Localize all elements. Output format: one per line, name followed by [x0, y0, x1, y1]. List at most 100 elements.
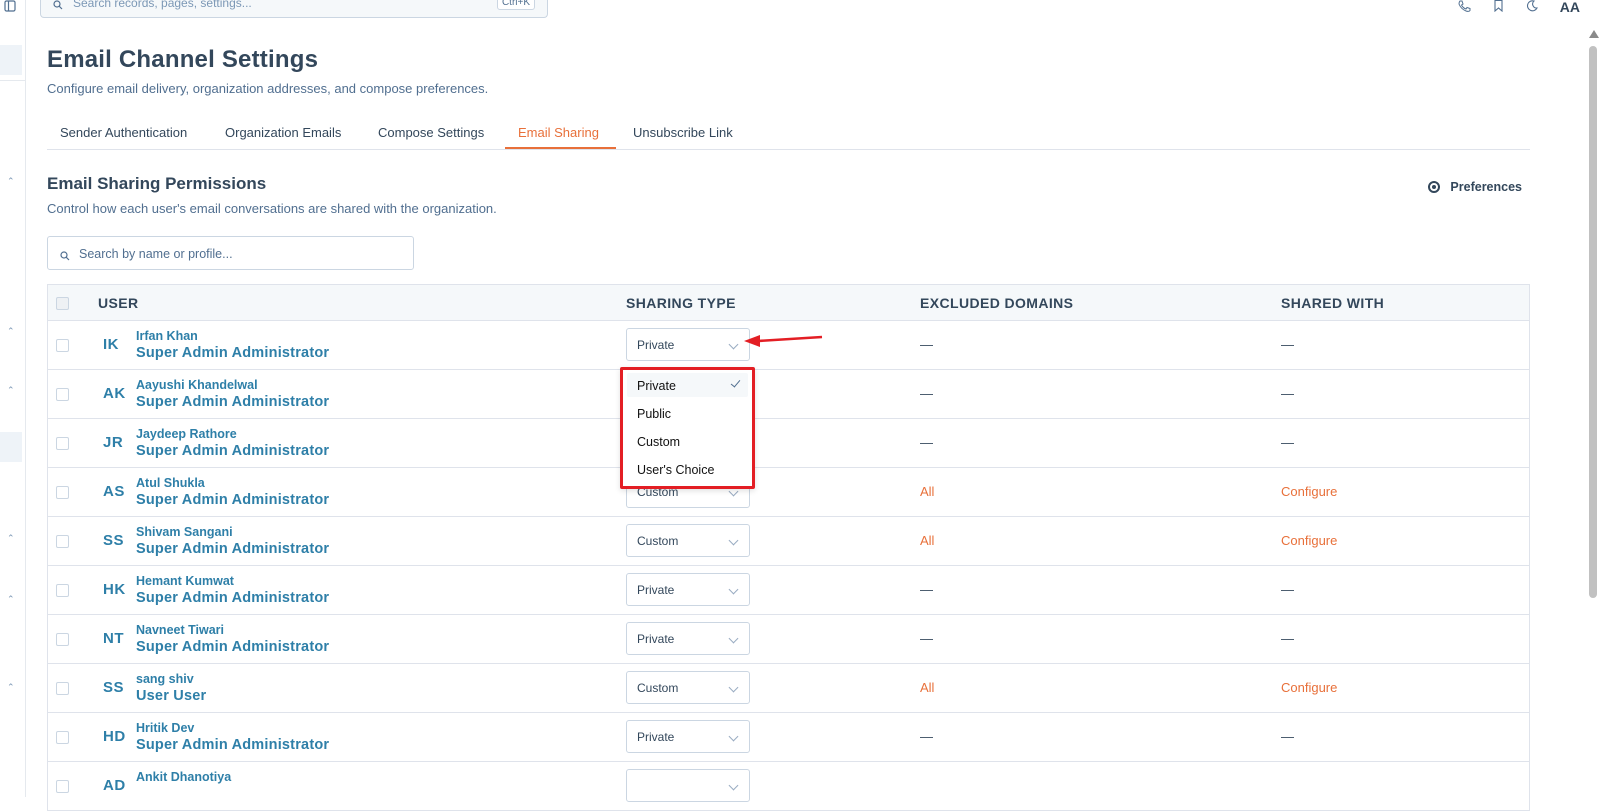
sharing-type-select[interactable]: Private [626, 720, 750, 753]
phone-icon[interactable] [1458, 0, 1471, 14]
user-role: Super Admin Administrator [136, 394, 330, 410]
sharing-type-select[interactable]: Private [626, 573, 750, 606]
row-checkbox[interactable] [56, 437, 69, 450]
tab-organization-emails[interactable]: Organization Emails [225, 125, 341, 140]
select-all-checkbox[interactable] [56, 297, 69, 310]
user-role: Super Admin Administrator [136, 443, 330, 459]
table-row: AS Atul Shukla Super Admin Administrator… [48, 468, 1529, 517]
table-row: HD Hritik Dev Super Admin Administrator … [48, 713, 1529, 762]
chevron-up-icon[interactable]: ⌃ [7, 682, 15, 693]
sharing-type-select[interactable] [626, 769, 750, 802]
column-shared-with[interactable]: SHARED WITH [1281, 295, 1384, 311]
row-checkbox[interactable] [56, 633, 69, 646]
scroll-up-arrow-icon[interactable] [1589, 30, 1599, 38]
avatar: AD [103, 777, 126, 794]
tab-email-sharing[interactable]: Email Sharing [518, 125, 599, 140]
sidebar-active-item[interactable] [0, 45, 22, 75]
sidebar-item[interactable] [0, 432, 22, 462]
row-checkbox[interactable] [56, 731, 69, 744]
chevron-down-icon [728, 780, 739, 791]
excluded-domains-link[interactable]: All [920, 484, 934, 499]
scroll-thumb[interactable] [1589, 46, 1597, 598]
tab-unsubscribe-link[interactable]: Unsubscribe Link [633, 125, 733, 140]
tab-sender-authentication[interactable]: Sender Authentication [60, 125, 187, 140]
row-checkbox[interactable] [56, 584, 69, 597]
sharing-type-select[interactable]: Private [626, 622, 750, 655]
row-checkbox[interactable] [56, 682, 69, 695]
user-name-link[interactable]: Navneet Tiwari [136, 623, 224, 637]
avatar: SS [103, 679, 125, 696]
chevron-down-icon [728, 339, 739, 350]
option-public[interactable]: Public [637, 407, 671, 421]
table-row: SS Shivam Sangani Super Admin Administra… [48, 517, 1529, 566]
active-tab-indicator [505, 147, 616, 149]
row-checkbox[interactable] [56, 339, 69, 352]
chevron-up-icon[interactable]: ⌃ [7, 385, 15, 396]
sharing-type-value: Private [637, 632, 675, 646]
configure-link[interactable]: Configure [1281, 680, 1337, 695]
user-role: User User [136, 688, 207, 704]
user-role: Super Admin Administrator [136, 492, 330, 508]
global-search[interactable]: Search records, pages, settings... Ctrl+… [40, 0, 548, 18]
chevron-up-icon[interactable]: ⌃ [7, 176, 15, 187]
sharing-type-value: Private [637, 730, 675, 744]
preferences-label: Preferences [1450, 180, 1522, 194]
user-name-link[interactable]: Irfan Khan [136, 329, 198, 343]
tab-compose-settings[interactable]: Compose Settings [378, 125, 484, 140]
moon-icon[interactable] [1526, 0, 1538, 14]
excluded-domains-link[interactable]: All [920, 533, 934, 548]
column-sharing-type[interactable]: SHARING TYPE [626, 295, 736, 311]
user-search-placeholder: Search by name or profile... [79, 247, 233, 261]
user-name-link[interactable]: Ankit Dhanotiya [136, 770, 231, 784]
user-name-link[interactable]: sang shiv [136, 672, 194, 686]
sharing-table: USER SHARING TYPE EXCLUDED DOMAINS SHARE… [47, 284, 1530, 811]
table-row: NT Navneet Tiwari Super Admin Administra… [48, 615, 1529, 664]
row-checkbox[interactable] [56, 535, 69, 548]
chevron-up-icon[interactable]: ⌃ [7, 533, 15, 544]
option-users-choice[interactable]: User's Choice [637, 463, 714, 477]
table-row: JR Jaydeep Rathore Super Admin Administr… [48, 419, 1529, 468]
sharing-type-select[interactable]: Custom [626, 524, 750, 557]
search-icon [53, 0, 63, 10]
user-name-link[interactable]: Hritik Dev [136, 721, 194, 735]
row-checkbox[interactable] [56, 780, 69, 793]
user-name-link[interactable]: Jaydeep Rathore [136, 427, 237, 441]
section-title: Email Sharing Permissions [47, 174, 267, 193]
table-row: HK Hemant Kumwat Super Admin Administrat… [48, 566, 1529, 615]
sharing-type-select[interactable]: Custom [626, 671, 750, 704]
chevron-down-icon [728, 535, 739, 546]
user-name-link[interactable]: Shivam Sangani [136, 525, 233, 539]
page-scrollbar[interactable] [1586, 28, 1600, 797]
chevron-up-icon[interactable]: ⌃ [7, 594, 15, 605]
global-search-placeholder: Search records, pages, settings... [73, 0, 252, 10]
configure-link[interactable]: Configure [1281, 484, 1337, 499]
user-role: Super Admin Administrator [136, 345, 330, 361]
user-search-input[interactable]: Search by name or profile... [47, 236, 414, 270]
user-name-link[interactable]: Aayushi Khandelwal [136, 378, 258, 392]
user-role: Super Admin Administrator [136, 541, 330, 557]
chevron-up-icon[interactable]: ⌃ [7, 326, 15, 337]
sidebar-toggle-icon[interactable] [4, 0, 16, 12]
excluded-domains-value: — [920, 631, 933, 646]
chevron-down-icon [728, 682, 739, 693]
annotation-arrow-icon [744, 335, 823, 347]
user-name-link[interactable]: Atul Shukla [136, 476, 205, 490]
user-avatar[interactable]: AA [1560, 0, 1580, 15]
shared-with-value: — [1281, 729, 1294, 744]
user-name-link[interactable]: Hemant Kumwat [136, 574, 234, 588]
avatar: JR [103, 434, 124, 451]
excluded-domains-link[interactable]: All [920, 680, 934, 695]
shared-with-value: — [1281, 631, 1294, 646]
excluded-domains-value: — [920, 435, 933, 450]
column-user[interactable]: USER [98, 295, 139, 311]
configure-link[interactable]: Configure [1281, 533, 1337, 548]
bookmark-icon[interactable] [1493, 0, 1504, 14]
preferences-button[interactable]: Preferences [1428, 180, 1522, 194]
row-checkbox[interactable] [56, 388, 69, 401]
table-row: AK Aayushi Khandelwal Super Admin Admini… [48, 370, 1529, 419]
row-checkbox[interactable] [56, 486, 69, 499]
option-private[interactable]: Private [637, 379, 676, 393]
column-excluded-domains[interactable]: EXCLUDED DOMAINS [920, 295, 1073, 311]
sharing-type-select[interactable]: Private [626, 328, 750, 361]
option-custom[interactable]: Custom [637, 435, 680, 449]
